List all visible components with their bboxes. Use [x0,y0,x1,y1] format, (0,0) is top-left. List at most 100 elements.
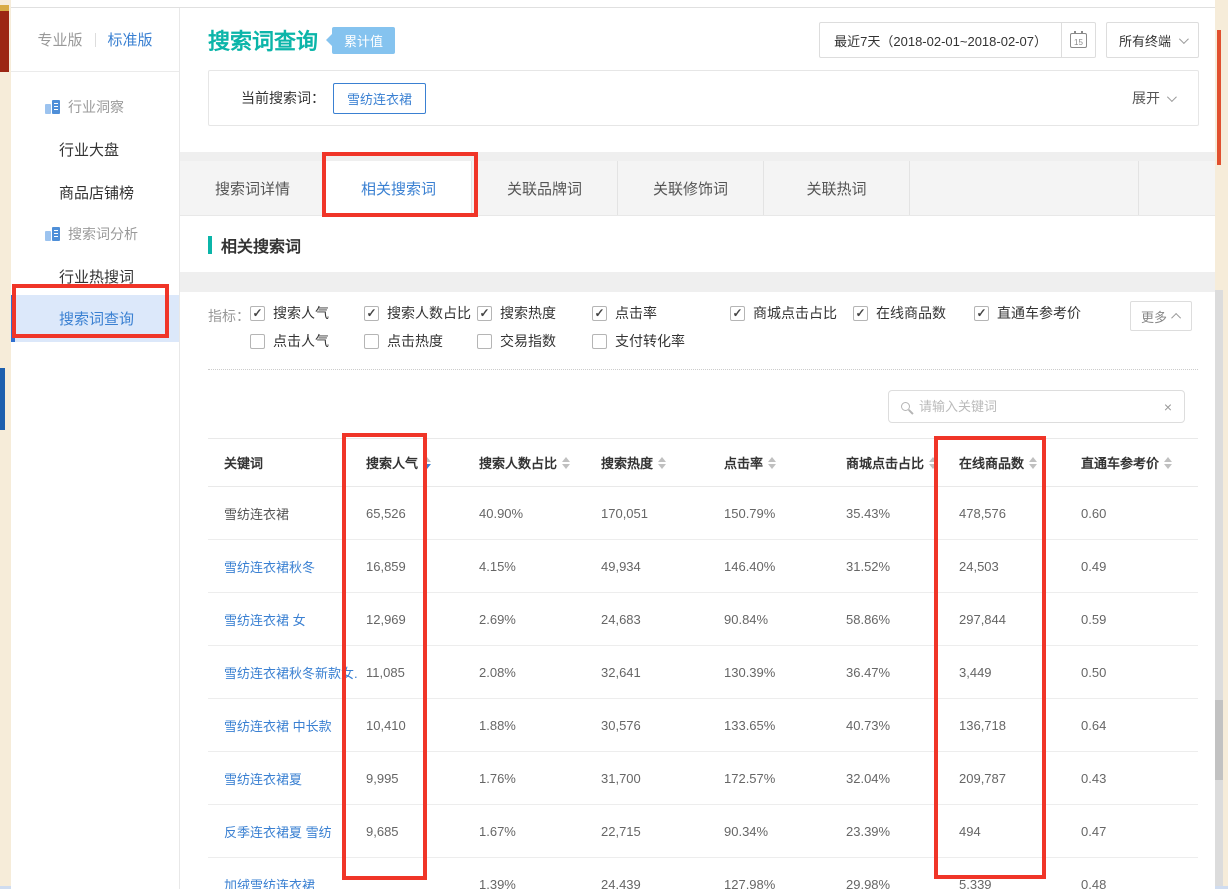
metric-checkbox-online-products[interactable]: 在线商品数 [853,303,946,323]
sidebar-item-product-shop-rank[interactable]: 商品店铺榜 [11,177,179,207]
sidebar-item-search-analysis[interactable]: 搜索词分析 [11,219,179,249]
value-cell: 209,787 [951,771,1073,786]
value-cell: 32,641 [593,665,716,680]
keyword-link[interactable]: 雪纺连衣裙 女 [208,610,358,629]
scrollbar-track[interactable] [1215,290,1223,889]
terminal-dropdown[interactable]: 所有终端 [1106,22,1199,58]
sidebar-item-label: 商品店铺榜 [59,182,134,203]
clear-icon[interactable]: × [1164,399,1172,415]
table-row: 加绒雪纺连衣裙 1.39% 24,439 127.98% 29.98% 5,33… [208,858,1198,889]
metric-checkbox-ztc-ref-price[interactable]: 直通车参考价 [974,303,1081,323]
table-row: 反季连衣裙夏 雪纺 9,685 1.67% 22,715 90.34% 23.3… [208,805,1198,858]
expand-label: 展开 [1132,88,1160,108]
version-tab-standard[interactable]: 标准版 [108,29,153,50]
sidebar-item-industry-market[interactable]: 行业大盘 [11,134,179,164]
metric-checkbox-click-popularity[interactable]: 点击人气 [250,331,329,351]
metric-checkbox-click-heat[interactable]: 点击热度 [364,331,443,351]
sidebar: 专业版 标准版 行业洞察 行业大盘 商品店铺榜 搜索词分析 行业热搜词 搜索词查… [11,8,180,889]
sidebar-item-hot-search-words[interactable]: 行业热搜词 [11,261,179,291]
value-cell: 24,503 [951,559,1073,574]
tab-search-word-detail[interactable]: 搜索词详情 [180,161,326,215]
sort-icon [768,457,776,469]
column-header-search-popularity[interactable]: 搜索人气 [358,453,471,472]
value-cell: 24,439 [593,877,716,889]
checkbox-checked-icon [250,306,265,321]
value-cell: 31.52% [838,559,951,574]
value-cell: 1.88% [471,718,593,733]
table-row: 雪纺连衣裙夏 9,995 1.76% 31,700 172.57% 32.04%… [208,752,1198,805]
chevron-up-icon [1171,312,1181,322]
tab-related-modifier-words[interactable]: 关联修饰词 [618,161,764,215]
more-button[interactable]: 更多 [1130,301,1192,331]
current-term-chip[interactable]: 雪纺连衣裙 [333,83,426,114]
column-header-mall-click-share[interactable]: 商城点击占比 [838,453,951,472]
tab-bar: 搜索词详情 相关搜索词 关联品牌词 关联修饰词 关联热词 [180,161,1215,216]
column-header-search-heat[interactable]: 搜索热度 [593,453,716,472]
content-panel: 指标： 搜索人气 搜索人数占比 搜索热度 点击率 商城点击占比 在线商品数 直通… [180,292,1215,889]
value-cell: 146.40% [716,559,838,574]
metric-checkbox-ctr[interactable]: 点击率 [592,303,657,323]
value-cell: 1.67% [471,824,593,839]
top-strip [11,0,1215,8]
keyword-link[interactable]: 雪纺连衣裙秋冬新款女... [208,663,358,682]
value-cell: 150.79% [716,506,838,521]
value-cell: 22,715 [593,824,716,839]
metric-checkbox-transaction-index[interactable]: 交易指数 [477,331,556,351]
keyword-link[interactable]: 雪纺连衣裙秋冬 [208,557,358,576]
keyword-link[interactable]: 雪纺连衣裙 中长款 [208,716,358,735]
value-cell: 9,995 [358,771,471,786]
value-cell: 12,969 [358,612,471,627]
scrollbar-thumb[interactable] [1215,700,1223,780]
date-range-selector[interactable]: 最近7天（2018-02-01~2018-02-07） [819,22,1062,58]
metric-checkbox-mall-click-share[interactable]: 商城点击占比 [730,303,837,323]
value-cell: 10,410 [358,718,471,733]
related-search-table: 关键词 搜索人气 搜索人数占比 搜索热度 点击率 商城点击占比 在线商品数 直通… [208,438,1198,889]
industry-icon [45,100,60,114]
checkbox-checked-icon [477,306,492,321]
checkbox-checked-icon [730,306,745,321]
divider [208,369,1198,370]
chevron-down-icon [1167,92,1177,102]
value-cell: 2.69% [471,612,593,627]
checkbox-unchecked-icon [250,334,265,349]
column-header-ctr[interactable]: 点击率 [716,453,838,472]
value-cell: 0.49 [1073,559,1198,574]
calendar-button[interactable] [1062,22,1096,58]
metric-checkbox-search-heat[interactable]: 搜索热度 [477,303,556,323]
expand-toggle[interactable]: 展开 [1132,88,1174,108]
metric-checkbox-search-popularity[interactable]: 搜索人气 [250,303,329,323]
value-cell: 23.39% [838,824,951,839]
sidebar-item-label: 行业洞察 [68,97,124,117]
value-cell: 297,844 [951,612,1073,627]
sidebar-item-industry-insight[interactable]: 行业洞察 [11,92,179,122]
version-tab-pro[interactable]: 专业版 [37,29,82,50]
value-cell: 90.34% [716,824,838,839]
background-window-fragment [1217,30,1221,165]
sidebar-item-label: 搜索词分析 [68,224,138,244]
value-cell: 16,859 [358,559,471,574]
value-cell: 494 [951,824,1073,839]
tab-related-brand-words[interactable]: 关联品牌词 [472,161,618,215]
search-icon [901,402,910,411]
tab-related-hot-words[interactable]: 关联热词 [764,161,910,215]
metric-checkbox-payment-conversion[interactable]: 支付转化率 [592,331,685,351]
column-header-searcher-share[interactable]: 搜索人数占比 [471,453,593,472]
checkbox-unchecked-icon [592,334,607,349]
keyword-link[interactable]: 雪纺连衣裙夏 [208,769,358,788]
sidebar-item-search-word-query[interactable]: 搜索词查询 [11,295,179,342]
tab-related-search-words[interactable]: 相关搜索词 [326,161,472,215]
keyword-search-input[interactable] [919,399,1155,414]
column-header-ztc-ref-price[interactable]: 直通车参考价 [1073,453,1198,472]
page-title: 搜索词查询 [208,24,318,56]
column-header-online-products[interactable]: 在线商品数 [951,453,1073,472]
value-cell: 24,683 [593,612,716,627]
keyword-link[interactable]: 加绒雪纺连衣裙 [208,875,358,889]
column-header-keyword: 关键词 [208,453,358,472]
metric-checkbox-searcher-share[interactable]: 搜索人数占比 [364,303,471,323]
value-cell: 127.98% [716,877,838,889]
section-accent-bar [208,236,212,254]
value-cell: 90.84% [716,612,838,627]
keyword-link[interactable]: 反季连衣裙夏 雪纺 [208,822,358,841]
terminal-dropdown-label: 所有终端 [1119,31,1171,50]
sort-icon [562,457,570,469]
